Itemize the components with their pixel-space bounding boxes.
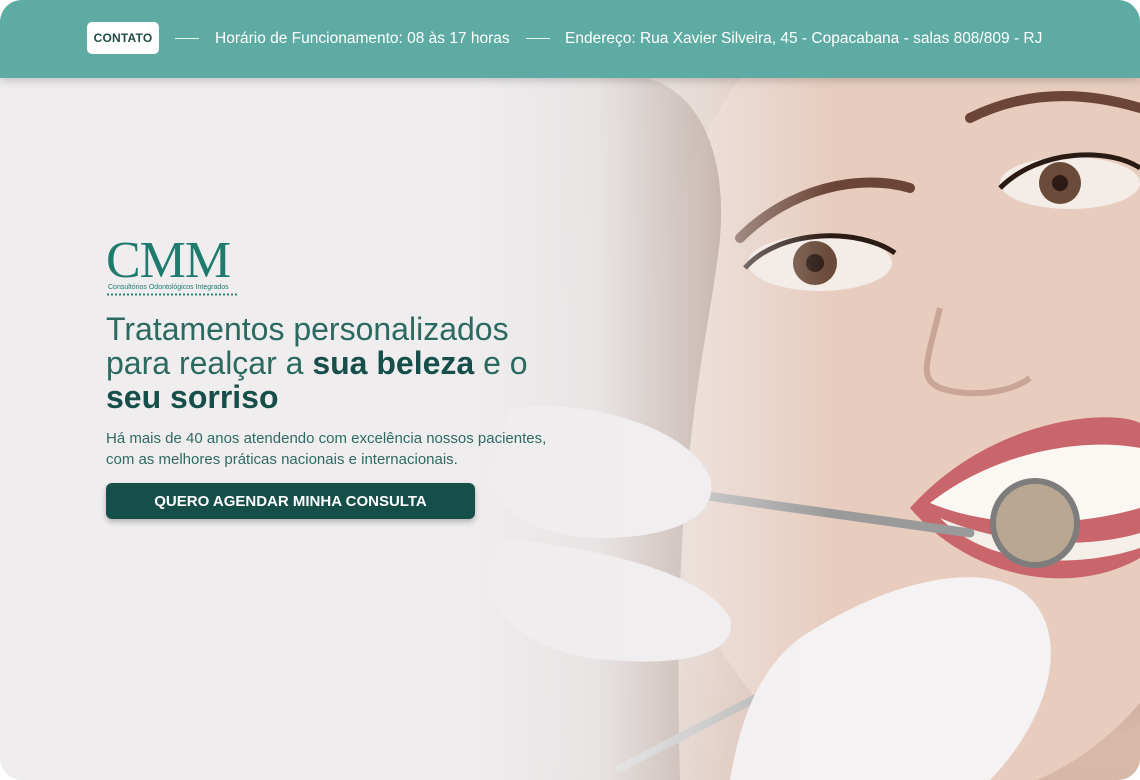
- divider: [526, 38, 550, 39]
- headline-emphasis-beauty: sua beleza: [312, 345, 475, 381]
- schedule-appointment-button[interactable]: QUERO AGENDAR MINHA CONSULTA: [106, 483, 475, 519]
- divider: [175, 38, 199, 39]
- opening-hours: Horário de Funcionamento: 08 às 17 horas: [215, 30, 510, 47]
- top-info-bar: CONTATO Horário de Funcionamento: 08 às …: [0, 0, 1140, 78]
- cmm-logo: CMM Consultórios Odontológicos Integrado…: [106, 232, 238, 296]
- headline-emphasis-smile: seu sorriso: [106, 379, 279, 415]
- contact-button[interactable]: CONTATO: [87, 22, 159, 54]
- landing-page: CONTATO Horário de Funcionamento: 08 às …: [0, 0, 1140, 780]
- logo-dotted-line: [106, 293, 238, 296]
- hero-headline: Tratamentos personalizados para realçar …: [106, 312, 546, 414]
- logo-mark: CMM: [106, 232, 231, 289]
- logo-tagline: Consultórios Odontológicos Integrados: [108, 284, 229, 291]
- address: Endereço: Rua Xavier Silveira, 45 - Copa…: [565, 30, 1043, 47]
- hero-description: Há mais de 40 anos atendendo com excelên…: [106, 430, 547, 468]
- headline-text: e o: [474, 345, 528, 381]
